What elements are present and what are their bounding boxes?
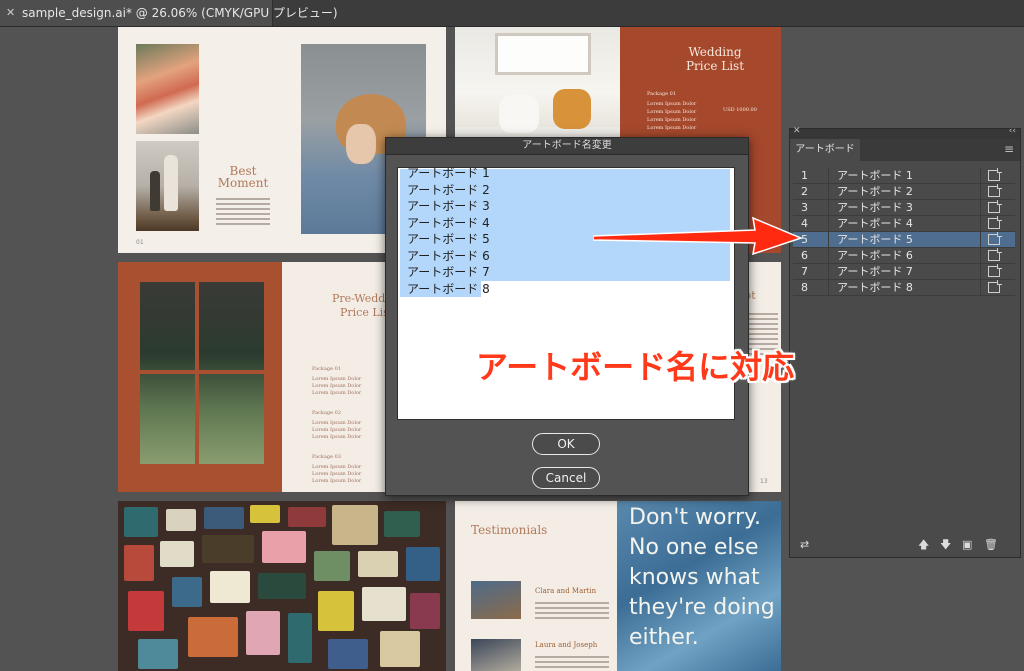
row-name: アートボード 8 bbox=[837, 281, 913, 294]
testimonial-photo bbox=[471, 639, 521, 671]
dialog-title: アートボード名変更 bbox=[386, 138, 748, 155]
artboard-row-4[interactable]: 4 アートボード 4 bbox=[793, 216, 1015, 232]
artboard-options-icon[interactable] bbox=[988, 280, 1002, 293]
package-label: Package 01 bbox=[312, 366, 342, 372]
artboard-name-line: アートボード 5 bbox=[407, 232, 490, 246]
row-name: アートボード 2 bbox=[837, 185, 913, 198]
artboard-options-icon[interactable] bbox=[988, 232, 1002, 245]
shop-photo bbox=[140, 282, 264, 464]
artboard-name-line: アートボード 4 bbox=[407, 216, 490, 230]
row-number: 1 bbox=[801, 169, 808, 182]
document-tab[interactable]: ✕ sample_design.ai* @ 26.06% (CMYK/GPU プ… bbox=[0, 0, 338, 26]
artboard-row-2[interactable]: 2 アートボード 2 bbox=[793, 184, 1015, 200]
vase-photo bbox=[136, 141, 199, 231]
row-number: 7 bbox=[801, 265, 808, 278]
artboard-name-line: アートボード 7 bbox=[407, 265, 490, 279]
row-number: 3 bbox=[801, 201, 808, 214]
page-number: 01 bbox=[136, 239, 144, 246]
price-item: Lorem Ipsum Dolor bbox=[647, 117, 697, 123]
price-item: Lorem Ipsum Dolor bbox=[647, 125, 697, 131]
artboard-name-line: アートボード 6 bbox=[407, 249, 490, 263]
price-item: Lorem Ipsum Dolor bbox=[312, 427, 362, 433]
artboards-panel: ✕ ‹‹ アートボード ≡ 1 アートボード 1 2 アートボード 2 3 アートボー… bbox=[789, 126, 1021, 558]
package-label: Package 03 bbox=[312, 454, 342, 460]
artboard-row-1[interactable]: 1 アートボード 1 bbox=[793, 168, 1015, 184]
artboard-testimonials[interactable]: Testimonials Clara and Martin Laura and … bbox=[455, 501, 781, 671]
testimonial-photo bbox=[471, 581, 521, 619]
artboard-row-7[interactable]: 7 アートボード 7 bbox=[793, 264, 1015, 280]
artboard-options-icon[interactable] bbox=[988, 216, 1002, 229]
row-name: アートボード 7 bbox=[837, 265, 913, 278]
price-item: Lorem Ipsum Dolor bbox=[312, 471, 362, 477]
rename-artboards-dialog: アートボード名変更 アートボード 1 アートボード 2 アートボード 3 アート… bbox=[385, 137, 749, 496]
collapse-panel-icon[interactable]: ‹‹ bbox=[1009, 126, 1016, 136]
price-item: Lorem Ipsum Dolor bbox=[312, 464, 362, 470]
row-name: アートボード 3 bbox=[837, 201, 913, 214]
annotation-arrow bbox=[593, 216, 804, 256]
page-number: 13 bbox=[760, 478, 768, 485]
price-item: Lorem Ipsum Dolor bbox=[647, 109, 697, 115]
panel-footer: ⇄ 🡅 🡇 ▣ 🗑 bbox=[790, 533, 1020, 557]
price-item: Lorem Ipsum Dolor bbox=[312, 383, 362, 389]
wedding-price-title: Wedding Price List bbox=[685, 45, 745, 73]
new-artboard-icon[interactable]: ▣ bbox=[962, 539, 972, 551]
annotation-callout: アートボード名に対応 bbox=[476, 348, 795, 386]
row-name: アートボード 5 bbox=[837, 233, 913, 246]
panel-menu-icon[interactable]: ≡ bbox=[1004, 142, 1014, 156]
quote-photo: Don't worry. No one else knows what they… bbox=[617, 501, 781, 671]
price-item: Lorem Ipsum Dolor bbox=[312, 478, 362, 484]
close-tab-icon[interactable]: ✕ bbox=[6, 0, 18, 26]
document-tab-bar: ✕ sample_design.ai* @ 26.06% (CMYK/GPU プ… bbox=[0, 0, 1024, 27]
cancel-button[interactable]: Cancel bbox=[532, 467, 600, 489]
close-panel-icon[interactable]: ✕ bbox=[793, 126, 801, 136]
shop-photo-frame bbox=[118, 262, 282, 492]
trash-icon[interactable]: 🗑 bbox=[984, 539, 998, 551]
artboard-signs-wall[interactable] bbox=[118, 501, 446, 671]
body-text-lines bbox=[535, 653, 609, 671]
ok-button[interactable]: OK bbox=[532, 433, 600, 455]
panel-header: ✕ ‹‹ bbox=[790, 126, 1020, 139]
artboard-name-line: アートボード 8 bbox=[407, 282, 490, 296]
row-name: アートボード 1 bbox=[837, 169, 913, 182]
artboard-options-icon[interactable] bbox=[988, 168, 1002, 181]
artboard-row-8[interactable]: 8 アートボード 8 bbox=[793, 280, 1015, 296]
row-number: 2 bbox=[801, 185, 808, 198]
move-down-icon[interactable]: 🡇 bbox=[940, 539, 951, 551]
artboard-row-3[interactable]: 3 アートボード 3 bbox=[793, 200, 1015, 216]
artboard-options-icon[interactable] bbox=[988, 184, 1002, 197]
best-moment-title: Best Moment bbox=[217, 164, 269, 190]
price-value: USD 1000.00 bbox=[723, 107, 757, 113]
row-number: 8 bbox=[801, 281, 808, 294]
artboard-name-line: アートボード 2 bbox=[407, 183, 490, 197]
price-item: Lorem Ipsum Dolor bbox=[647, 101, 697, 107]
rearrange-icon[interactable]: ⇄ bbox=[800, 539, 809, 551]
price-item: Lorem Ipsum Dolor bbox=[312, 434, 362, 440]
panel-tab-row: アートボード ≡ bbox=[790, 139, 1020, 161]
artboard-options-icon[interactable] bbox=[988, 264, 1002, 277]
testimonials-title: Testimonials bbox=[471, 523, 548, 537]
artboard-options-icon[interactable] bbox=[988, 200, 1002, 213]
price-item: Lorem Ipsum Dolor bbox=[312, 390, 362, 396]
row-name: アートボード 4 bbox=[837, 217, 913, 230]
tab-artboards[interactable]: アートボード bbox=[790, 139, 860, 161]
annotation-arrow-shape bbox=[593, 216, 804, 256]
move-up-icon[interactable]: 🡅 bbox=[918, 539, 929, 551]
package-label: Package 01 bbox=[647, 91, 677, 97]
artboard-name-line: アートボード 3 bbox=[407, 199, 490, 213]
artboard-options-icon[interactable] bbox=[988, 248, 1002, 261]
flowers-photo bbox=[136, 44, 199, 134]
testimonial-name: Laura and Joseph bbox=[535, 641, 598, 649]
row-name: アートボード 6 bbox=[837, 249, 913, 262]
price-item: Lorem Ipsum Dolor bbox=[312, 376, 362, 382]
artboard-row-5[interactable]: 5 アートボード 5 bbox=[793, 232, 1015, 248]
artboard-row-6[interactable]: 6 アートボード 6 bbox=[793, 248, 1015, 264]
testimonial-name: Clara and Martin bbox=[535, 587, 597, 595]
price-item: Lorem Ipsum Dolor bbox=[312, 420, 362, 426]
document-tab-title: sample_design.ai* @ 26.06% (CMYK/GPU プレビ… bbox=[22, 6, 338, 20]
body-text-lines bbox=[216, 195, 270, 228]
artboard-name-line: アートボード 1 bbox=[407, 166, 490, 180]
body-text-lines bbox=[535, 599, 609, 622]
package-label: Package 02 bbox=[312, 410, 342, 416]
quote-text: Don't worry. No one else knows what they… bbox=[629, 505, 775, 650]
